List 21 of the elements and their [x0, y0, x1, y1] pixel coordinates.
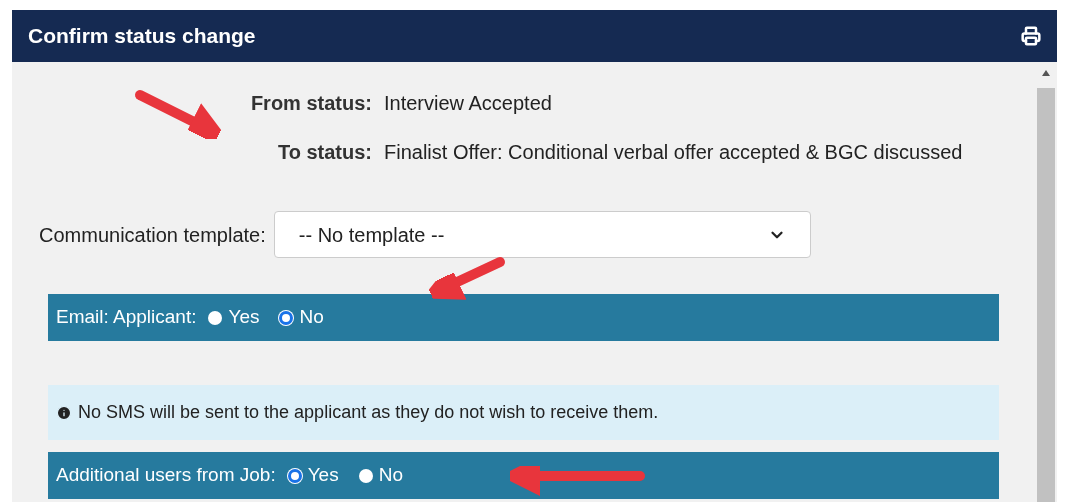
radio-button[interactable] [279, 310, 294, 325]
field-label: To status: [277, 140, 372, 165]
print-icon[interactable] [1021, 26, 1041, 46]
field-value: Finalist Offer: Conditional verbal offer accepted & BGC discussed [384, 140, 964, 165]
radio-option[interactable]: No [358, 461, 403, 490]
radio-option[interactable]: Yes [208, 303, 260, 332]
field-label: From status: [250, 91, 372, 116]
notice-text: No SMS will be sent to the applicant as they do not wish to receive them. [78, 401, 659, 424]
field-label: Communication template: [39, 222, 266, 248]
radio-option[interactable]: No [279, 303, 324, 332]
radio-button[interactable] [287, 468, 302, 483]
info-icon [56, 404, 72, 421]
field-label: Email: Applicant: [56, 305, 197, 330]
field-label: Additional users from Job: [56, 463, 276, 488]
radio-button[interactable] [208, 310, 223, 325]
field-value: Interview Accepted [384, 91, 553, 116]
window-title: Confirm status change [28, 23, 256, 50]
radio-button[interactable] [358, 468, 373, 483]
template-select[interactable]: -- No template -- [273, 211, 811, 258]
scroll-up-icon[interactable] [1042, 70, 1050, 76]
radio-option[interactable]: Yes [287, 461, 339, 490]
